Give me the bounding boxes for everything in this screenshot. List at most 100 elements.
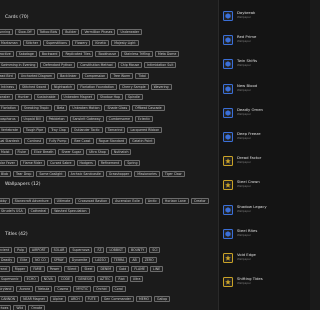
item-chip[interactable]: Fully Pump xyxy=(46,138,70,144)
item-chip[interactable]: Monster xyxy=(0,94,13,101)
item-chip[interactable]: Missionaries xyxy=(134,170,160,177)
item-chip[interactable]: Wavering xyxy=(150,83,172,90)
unlock-item[interactable]: Steel Rites Wallpaper xyxy=(223,227,309,243)
item-chip[interactable]: CANNON xyxy=(0,295,19,302)
item-chip[interactable]: Arctic xyxy=(144,198,160,204)
item-chip[interactable]: Ultra xyxy=(129,276,144,283)
item-chip[interactable]: Cumbersome xyxy=(105,116,133,123)
item-chip[interactable]: Tiger Claw xyxy=(161,170,185,177)
item-chip[interactable]: Kinetic xyxy=(92,39,110,46)
item-chip[interactable]: Cursed Sabre xyxy=(47,159,75,166)
item-chip[interactable]: Constitution Method xyxy=(77,61,116,68)
item-chip[interactable]: Backlinker xyxy=(57,72,80,79)
item-chip[interactable]: MYSTIC xyxy=(73,285,92,292)
item-chip[interactable]: NEAR Magnet xyxy=(20,295,48,302)
item-chip[interactable]: Flowery xyxy=(71,39,91,46)
item-chip[interactable]: AB xyxy=(129,256,140,263)
item-chip[interactable]: Washed Speculation xyxy=(51,208,90,214)
item-chip[interactable]: Aurora xyxy=(16,285,34,292)
item-chip[interactable]: Tree Worm xyxy=(110,72,134,79)
item-chip[interactable]: SCI xyxy=(149,247,161,253)
item-chip[interactable]: Contrast xyxy=(24,138,45,144)
item-chip[interactable]: Slow-Off xyxy=(15,29,35,35)
item-chip[interactable]: Some Gaslight xyxy=(36,170,66,177)
unlock-item[interactable]: Deep Freeze Wallpaper xyxy=(223,130,309,146)
item-chip[interactable]: Sanskrit Gateway xyxy=(69,116,104,123)
item-chip[interactable]: BOUNTY xyxy=(127,247,148,253)
item-chip[interactable]: Tray Clap xyxy=(48,127,69,134)
item-chip[interactable]: Steel xyxy=(81,266,96,273)
item-chip[interactable]: Superstitions xyxy=(43,39,70,46)
item-chip[interactable]: LINE xyxy=(149,266,164,273)
item-chip[interactable]: Alpine xyxy=(49,295,66,302)
item-chip[interactable]: Echoes xyxy=(0,305,12,310)
item-chip[interactable]: Chip Mouse xyxy=(117,61,143,68)
item-chip[interactable]: Bookhouse xyxy=(95,50,120,57)
item-chip[interactable]: Tough Pipe xyxy=(22,127,47,134)
item-chip[interactable]: Intimidation Suit xyxy=(144,61,177,68)
item-chip[interactable]: Power xyxy=(46,266,63,273)
item-chip[interactable]: Sabotage xyxy=(15,50,37,57)
item-chip[interactable]: SPRAY xyxy=(50,256,67,263)
item-chip[interactable]: Tear Drop xyxy=(13,170,35,177)
item-chip[interactable]: Elixir Breath xyxy=(30,148,57,155)
item-chip[interactable]: Silent xyxy=(64,266,80,273)
item-chip[interactable]: AIRPORT xyxy=(28,247,49,253)
item-chip[interactable]: Strudel's USA xyxy=(0,208,26,214)
item-chip[interactable]: Wild xyxy=(13,305,27,310)
item-chip[interactable]: Gen Commander xyxy=(100,295,134,302)
item-chip[interactable]: Majesty Light xyxy=(111,39,139,46)
unlock-item[interactable]: Deadly Omen Wallpaper xyxy=(223,106,309,122)
item-chip[interactable]: Eclectic xyxy=(134,116,154,123)
item-chip[interactable]: Gelatin Point xyxy=(129,138,156,144)
item-chip[interactable]: Deadly xyxy=(0,256,16,263)
item-chip[interactable]: Creator xyxy=(190,198,209,204)
item-chip[interactable]: Nebula xyxy=(35,285,53,292)
item-chip[interactable]: Pulp xyxy=(14,247,27,253)
item-chip[interactable]: Ripper xyxy=(11,266,29,273)
item-chip[interactable]: Lacquered Ribbon xyxy=(127,127,163,134)
item-chip[interactable]: Dynamite xyxy=(68,256,91,263)
item-chip[interactable]: Shadow Hop xyxy=(97,94,123,101)
item-chip[interactable]: Horizon Lane xyxy=(161,198,189,204)
item-chip[interactable]: Moist xyxy=(0,148,13,155)
item-chip[interactable]: Supernova xyxy=(69,247,93,253)
item-chip[interactable]: Unbroken Motion xyxy=(69,105,103,112)
item-chip[interactable]: Replicated Tiles xyxy=(62,50,94,57)
item-chip[interactable]: Nuthatch xyxy=(110,148,132,155)
item-chip[interactable]: Fluke xyxy=(14,148,29,155)
item-chip[interactable]: Vertebrate xyxy=(0,127,21,134)
item-chip[interactable]: Tidal xyxy=(135,72,149,79)
item-chip[interactable]: Coral xyxy=(111,285,126,292)
item-chip[interactable]: Unpaid Bill xyxy=(20,116,44,123)
item-chip[interactable]: Flame Rider xyxy=(19,159,46,166)
item-chip[interactable]: AZTEC xyxy=(96,276,114,283)
item-chip[interactable]: Reactive xyxy=(0,50,14,57)
item-chip[interactable]: Grasshopper xyxy=(105,170,133,177)
item-chip[interactable]: Compression xyxy=(81,72,109,79)
item-chip[interactable]: Tamarind xyxy=(104,127,126,134)
item-chip[interactable]: Hunter xyxy=(14,94,32,101)
item-chip[interactable]: Rogue Standard xyxy=(95,138,128,144)
item-chip[interactable]: Orchid xyxy=(93,285,110,292)
item-chip[interactable]: ZERO xyxy=(141,256,157,263)
item-chip[interactable]: Spindle xyxy=(124,94,143,101)
item-chip[interactable]: Supersonic xyxy=(0,276,22,283)
unlock-item[interactable]: New Blood Wallpaper xyxy=(223,82,309,98)
item-chip[interactable]: Dual Stardeck xyxy=(0,138,23,144)
item-chip[interactable]: TERRA xyxy=(110,256,128,263)
unlock-item[interactable]: Steel Crown Wallpaper xyxy=(223,178,309,194)
item-chip[interactable]: Ultra Shop xyxy=(86,148,109,155)
item-chip[interactable]: Offbeat Cascade xyxy=(132,105,165,112)
item-chip[interactable]: MEMO xyxy=(135,295,152,302)
item-chip[interactable]: Builder xyxy=(62,29,80,35)
item-chip[interactable]: Tattoo Bids xyxy=(36,29,61,35)
item-chip[interactable]: Sneaking Tropic xyxy=(20,105,53,112)
item-chip[interactable]: Riot xyxy=(115,276,128,283)
item-chip[interactable]: FLAME xyxy=(131,266,148,273)
item-chip[interactable]: Beta xyxy=(54,105,68,112)
item-chip[interactable]: LASSO xyxy=(92,256,109,263)
item-chip[interactable]: SOLAR xyxy=(50,247,68,253)
item-chip[interactable]: Solar Fever xyxy=(0,159,18,166)
item-chip[interactable]: Stonecraft Adventure xyxy=(11,198,52,204)
